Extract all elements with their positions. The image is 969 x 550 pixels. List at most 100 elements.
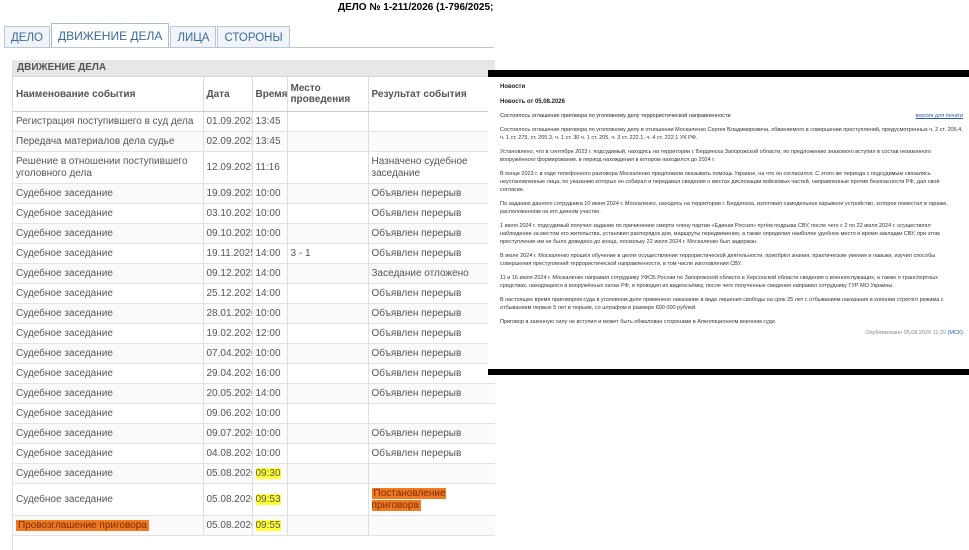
cell-date: 05.08.2026 bbox=[203, 483, 253, 516]
cell-time: 11:16 bbox=[252, 151, 288, 184]
cell-event-name: Решение в отношении поступившего уголовн… bbox=[13, 151, 204, 184]
cell-time-text: 13:45 bbox=[255, 116, 281, 127]
cell-time-text: 10:00 bbox=[255, 408, 281, 419]
cell-place bbox=[287, 303, 369, 324]
cell-time: 09:55 bbox=[252, 515, 288, 536]
table-row: Судебное заседание 28.01.2026 10:00 Объявле… bbox=[13, 303, 495, 324]
cell-result bbox=[368, 403, 495, 424]
cell-date: 07.04.2026 bbox=[203, 343, 253, 364]
cell-date-text: 19.11.2025 bbox=[206, 248, 252, 259]
cell-event-name: Судебное заседание bbox=[13, 443, 204, 464]
case-movement-panel: ДВИЖЕНИЕ ДЕЛА Наименование события Дата … bbox=[12, 60, 495, 550]
table-row: Судебное заседание 29.04.2026 16:00 Объявле… bbox=[13, 363, 495, 384]
cell-date-text: 09.07.2026 bbox=[206, 428, 252, 439]
cell-result: Объявлен перерыв bbox=[368, 343, 495, 364]
cell-date-text: 19.09.2025 bbox=[206, 188, 252, 199]
cell-date: 09.07.2026 bbox=[203, 423, 253, 444]
cell-time-text: 14:00 bbox=[255, 248, 281, 259]
cell-result-text: Объявлен перерыв bbox=[371, 228, 462, 239]
cell-result-text: Объявлен перерыв bbox=[371, 348, 462, 359]
cell-time-text: 16:00 bbox=[255, 368, 281, 379]
tab-persons[interactable]: ЛИЦА bbox=[170, 26, 217, 48]
cell-result bbox=[368, 463, 495, 484]
news-paragraph: 1 июля 2024 г. подсудимый получил задани… bbox=[500, 223, 940, 245]
cell-result: Постановление приговора bbox=[368, 483, 495, 516]
cell-place bbox=[287, 515, 369, 536]
table-row: Судебное заседание 09.10.2025 10:00 Объявле… bbox=[13, 223, 495, 244]
cell-date-text: 09.06.2026 bbox=[206, 408, 252, 419]
cell-result: Объявлен перерыв bbox=[368, 243, 495, 264]
cell-result-text: Объявлен перерыв bbox=[371, 428, 462, 439]
cell-result-text: Объявлен перерыв bbox=[371, 448, 462, 459]
cell-date: 12.09.2025 bbox=[203, 151, 253, 184]
cell-result: Объявлен перерыв bbox=[368, 223, 495, 244]
cell-place bbox=[287, 131, 369, 152]
news-author-link[interactable]: (МСК) bbox=[948, 330, 963, 336]
cell-place bbox=[287, 403, 369, 424]
table-row: Судебное заседание 09.06.2026 10:00 bbox=[13, 403, 495, 424]
cell-date-text: 28.01.2026 bbox=[206, 308, 252, 319]
cell-place bbox=[287, 263, 369, 284]
cell-place bbox=[287, 423, 369, 444]
cell-result bbox=[368, 131, 495, 152]
cell-time-text: 10:00 bbox=[255, 308, 281, 319]
cell-place bbox=[287, 463, 369, 484]
table-header-row: Наименование события Дата Время Место пр… bbox=[13, 77, 495, 112]
cell-time-text: 11:16 bbox=[255, 161, 280, 173]
cell-date-text: 19.02.2026 bbox=[206, 328, 252, 339]
cell-event-name-text: Провозглашение приговора bbox=[16, 520, 149, 531]
cell-result: Объявлен перерыв bbox=[368, 183, 495, 204]
section-title: ДВИЖЕНИЕ ДЕЛА bbox=[13, 60, 495, 77]
tab-case[interactable]: ДЕЛО bbox=[4, 26, 50, 48]
cell-time: 10:00 bbox=[252, 223, 288, 244]
cell-date-text: 01.09.2025 bbox=[206, 116, 252, 127]
cell-date-text: 05.08.2026 bbox=[206, 520, 252, 531]
table-row: Судебное заседание 25.12.2025 14:00 Объявле… bbox=[13, 283, 495, 304]
cell-place bbox=[287, 151, 369, 184]
col-time: Время bbox=[252, 77, 288, 112]
cell-event-name: Судебное заседание bbox=[13, 303, 204, 324]
cell-date: 05.08.2026 bbox=[203, 463, 253, 484]
cell-time: 14:00 bbox=[252, 263, 288, 284]
tab-parties[interactable]: СТОРОНЫ bbox=[217, 26, 290, 48]
table-row: Судебное заседание 04.08.2026 10:00 Объявле… bbox=[13, 443, 495, 464]
cell-event-name-text: Судебное заседание bbox=[16, 493, 113, 505]
cell-event-name-text: Судебное заседание bbox=[16, 228, 113, 239]
cell-result bbox=[368, 111, 495, 132]
cell-date: 20.05.2026 bbox=[203, 383, 253, 404]
cell-event-name-text: Судебное заседание bbox=[16, 268, 113, 279]
news-paragraph: Приговор в законную силу не вступил и мо… bbox=[500, 319, 777, 325]
news-paragraph: По заданию данного сотрудника 10 июня 20… bbox=[500, 201, 948, 215]
cell-date-text: 04.08.2026 bbox=[206, 448, 252, 459]
table-row: Передача материалов дела судье 02.09.2025… bbox=[13, 131, 495, 152]
cell-event-name: Судебное заседание bbox=[13, 183, 204, 204]
cell-result: Объявлен перерыв bbox=[368, 323, 495, 344]
cell-event-name-text: Судебное заседание bbox=[16, 448, 113, 459]
case-title: ДЕЛО № 1-211/2026 (1-796/2025; bbox=[338, 2, 494, 13]
cell-place-text: 3 - 1 bbox=[290, 248, 311, 259]
news-paragraph: Состоялось оглашение приговора по уголов… bbox=[500, 127, 963, 141]
cell-time: 09:53 bbox=[252, 483, 288, 516]
cell-place bbox=[287, 283, 369, 304]
news-caption: Новости bbox=[500, 84, 526, 90]
cell-result-text: Назначено судебное заседание bbox=[371, 155, 468, 179]
cell-event-name-text: Передача материалов дела судье bbox=[16, 136, 175, 147]
cell-result-text: Заседание отложено bbox=[371, 268, 469, 279]
cell-time: 14:00 bbox=[252, 283, 288, 304]
cell-date-text: 12.09.2025 bbox=[206, 161, 252, 173]
cell-time-text: 10:00 bbox=[255, 208, 281, 219]
cell-time: 13:45 bbox=[252, 131, 288, 152]
cell-place bbox=[287, 343, 369, 364]
cell-time-text: 10:00 bbox=[255, 228, 281, 239]
cell-date-text: 25.12.2025 bbox=[206, 288, 252, 299]
cell-time: 12:00 bbox=[252, 323, 288, 344]
cell-event-name: Судебное заседание bbox=[13, 223, 204, 244]
cell-date: 29.04.2026 bbox=[203, 363, 253, 384]
cell-result: Назначено судебное заседание bbox=[368, 151, 495, 184]
tab-case-movement[interactable]: ДВИЖЕНИЕ ДЕЛА bbox=[50, 23, 170, 48]
cell-time: 10:00 bbox=[252, 203, 288, 224]
cell-time-text: 10:00 bbox=[255, 448, 281, 459]
print-version-link[interactable]: версия для печати bbox=[916, 112, 963, 120]
table-row: Регистрация поступившего в суд дела 01.09… bbox=[13, 111, 495, 132]
cell-result-text: Объявлен перерыв bbox=[371, 308, 462, 319]
